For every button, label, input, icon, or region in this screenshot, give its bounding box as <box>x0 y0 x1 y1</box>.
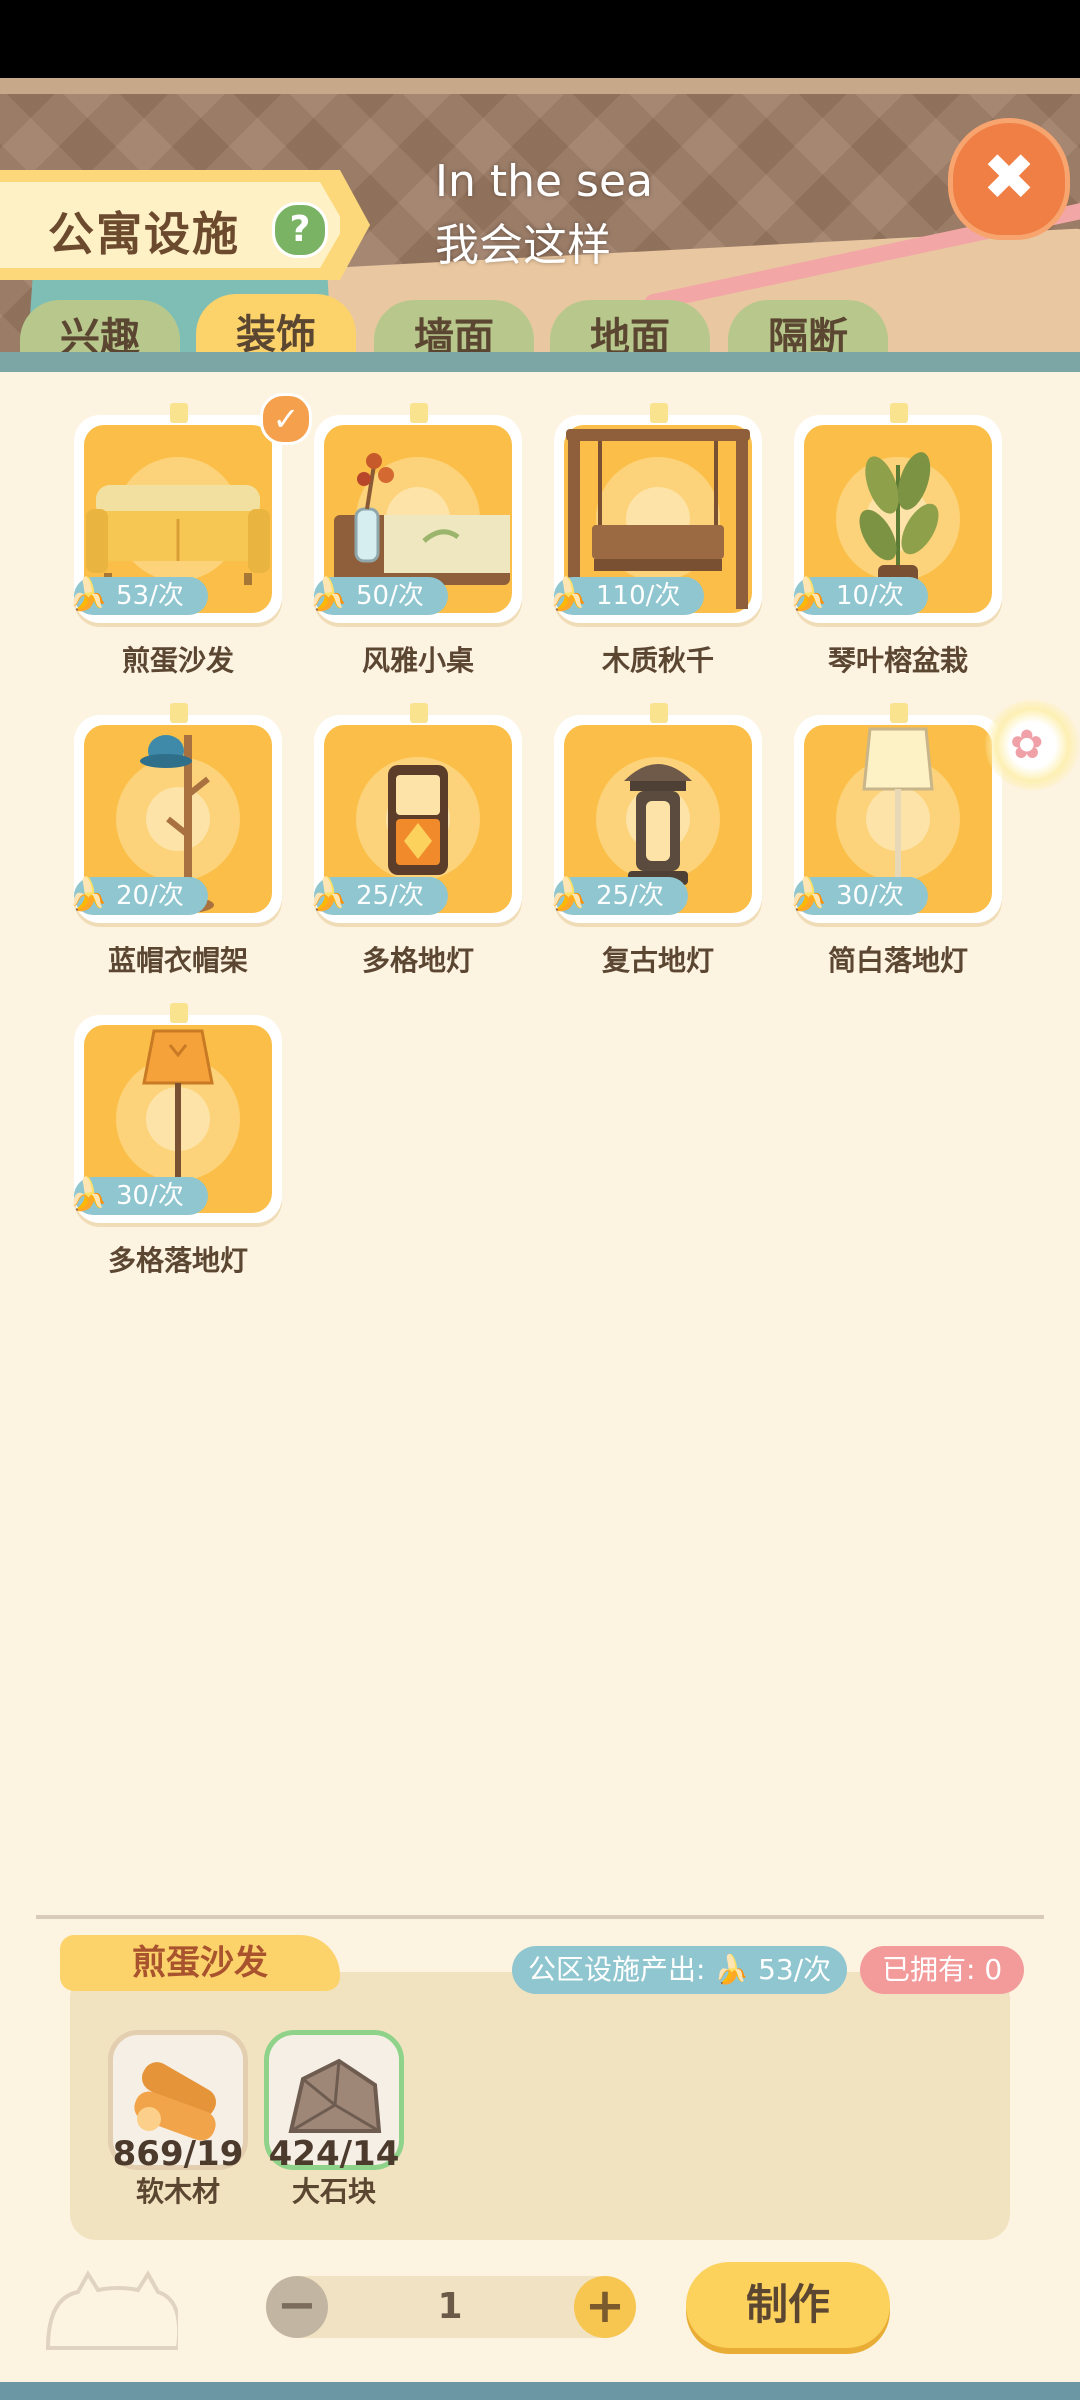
item-name: 多格落地灯 <box>107 1244 248 1277</box>
tile-tape <box>650 703 668 723</box>
cat-watermark-icon <box>45 2270 178 2350</box>
make-button[interactable]: 制作 <box>686 2262 890 2348</box>
close-button[interactable]: ✖ <box>948 118 1070 240</box>
banana-icon: 🍌 <box>788 575 828 613</box>
item-name: 复古地灯 <box>601 944 714 977</box>
item-card-multi-grid-lamp[interactable]: 🍌 25/次 多格地灯 <box>308 703 538 991</box>
price-label: 30/次 <box>836 881 904 911</box>
item-card-egg-sofa[interactable]: ✓ 🍌 53/次 煎蛋沙发 <box>68 393 312 691</box>
item-card-white-floor-lamp[interactable]: 🍌 30/次 简白落地灯 <box>788 703 1018 991</box>
item-name: 琴叶榕盆栽 <box>827 644 968 677</box>
material-wood[interactable]: 869/19 软木材 <box>108 2030 248 2220</box>
detail-divider <box>36 1915 1044 1919</box>
price-label: 20/次 <box>116 881 184 911</box>
price-badge: 🍌 10/次 <box>788 575 928 615</box>
tile-tape <box>410 403 428 423</box>
page-title: 公寓设施 <box>48 207 240 261</box>
price-badge: 🍌 30/次 <box>788 875 928 915</box>
selected-check-icon: ✓ <box>260 393 312 445</box>
price-label: 110/次 <box>596 581 681 611</box>
tile-tape <box>650 403 668 423</box>
tile-tape <box>170 403 188 423</box>
material-stone[interactable]: 424/14 大石块 <box>264 2030 404 2220</box>
item-name: 简白落地灯 <box>827 944 968 977</box>
bottom-bar <box>0 2382 1080 2400</box>
price-label: 50/次 <box>356 581 424 611</box>
price-badge: 🍌 20/次 <box>68 875 208 915</box>
price-badge: 🍌 25/次 <box>548 875 688 915</box>
price-label: 10/次 <box>836 581 904 611</box>
price-badge: 🍌 110/次 <box>548 575 705 615</box>
banana-icon: 🍌 <box>548 875 588 913</box>
banana-icon: 🍌 <box>308 875 348 913</box>
material-name: 大石块 <box>291 2175 376 2208</box>
price-badge: 🍌 30/次 <box>68 1175 208 1215</box>
tile-tape <box>170 1003 188 1023</box>
material-count: 869/19 <box>112 2134 244 2174</box>
song-line-2: 我会这样 <box>435 220 611 271</box>
item-name: 风雅小桌 <box>361 644 474 677</box>
tile-tape <box>890 403 908 423</box>
tile-tape <box>890 703 908 723</box>
price-label: 25/次 <box>596 881 664 911</box>
quantity-value: 1 <box>437 2286 463 2327</box>
item-card-retro-lamp[interactable]: 🍌 25/次 复古地灯 <box>548 703 778 991</box>
price-label: 25/次 <box>356 881 424 911</box>
decrease-button[interactable]: − <box>266 2276 328 2338</box>
item-card-elegant-table[interactable]: 🍌 50/次 风雅小桌 <box>308 403 538 691</box>
item-card-wood-swing[interactable]: 🍌 110/次 木质秋千 <box>548 403 778 691</box>
price-badge: 🍌 50/次 <box>308 575 448 615</box>
paw-icon: ✿ <box>1010 722 1044 768</box>
tabs-underline <box>0 352 1080 372</box>
song-lyrics: In the sea 我会这样 <box>435 150 653 278</box>
material-name: 软木材 <box>135 2175 220 2208</box>
item-name: 蓝帽衣帽架 <box>107 944 248 977</box>
banana-icon: 🍌 <box>548 575 588 613</box>
item-card-fiddle-leaf-fig[interactable]: 🍌 10/次 琴叶榕盆栽 <box>788 403 1018 691</box>
price-label: 30/次 <box>116 1181 184 1211</box>
item-card-blue-hat-rack[interactable]: 🍌 20/次 蓝帽衣帽架 <box>68 703 298 991</box>
status-bar <box>0 0 1080 78</box>
song-line-1: In the sea <box>435 156 654 207</box>
help-button[interactable]: ? <box>272 202 328 258</box>
selected-item-title: 煎蛋沙发 <box>60 1935 340 1991</box>
item-name: 木质秋千 <box>601 644 714 677</box>
tile-tape <box>170 703 188 723</box>
increase-button[interactable]: + <box>574 2276 636 2338</box>
production-badge: 公区设施产出: 🍌 53/次 <box>512 1946 848 1994</box>
owned-badge: 已拥有: 0 <box>860 1946 1025 1994</box>
banana-icon: 🍌 <box>788 875 828 913</box>
close-icon: ✖ <box>982 141 1036 215</box>
price-badge: 🍌 25/次 <box>308 875 448 915</box>
price-badge: 🍌 53/次 <box>68 575 208 615</box>
item-name: 煎蛋沙发 <box>121 644 234 677</box>
banana-icon: 🍌 <box>68 1175 108 1213</box>
price-label: 53/次 <box>116 581 184 611</box>
banana-icon: 🍌 <box>308 575 348 613</box>
item-name: 多格地灯 <box>361 944 474 977</box>
banana-icon: 🍌 <box>68 875 108 913</box>
banana-icon: 🍌 <box>68 575 108 613</box>
material-count: 424/14 <box>268 2134 400 2174</box>
banner-edge <box>0 78 1080 94</box>
tile-tape <box>410 703 428 723</box>
item-card-multi-grid-floor-lamp[interactable]: 🍌 30/次 多格落地灯 <box>68 1003 298 1291</box>
